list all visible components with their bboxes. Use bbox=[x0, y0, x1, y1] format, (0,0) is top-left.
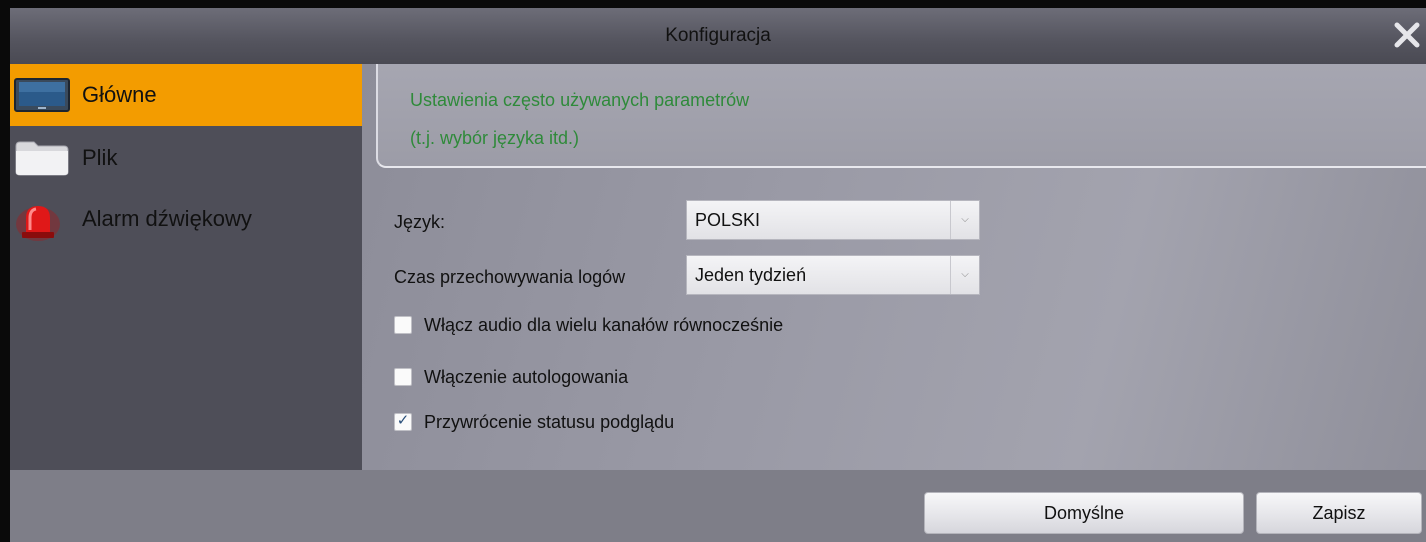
config-window: Konfiguracja Główne Plik Alarm dźwiękowy… bbox=[0, 0, 1426, 542]
restore-preview-checkbox[interactable]: ✓ bbox=[394, 412, 412, 431]
sidebar-item-plik[interactable]: Plik bbox=[10, 126, 362, 188]
dropdown-button[interactable]: ⌵ bbox=[950, 201, 979, 239]
sidebar-item-glowne[interactable]: Główne bbox=[10, 64, 362, 126]
window-title: Konfiguracja bbox=[665, 25, 771, 46]
log-retention-value: Jeden tydzień bbox=[695, 265, 807, 285]
settings-panel: Ustawienia często używanych parametrów (… bbox=[362, 64, 1426, 470]
title-bar[interactable]: Konfiguracja bbox=[10, 8, 1426, 64]
sidebar-item-label: Plik bbox=[82, 145, 118, 170]
dropdown-button[interactable]: ⌵ bbox=[950, 256, 979, 294]
checkbox-label: Włączenie autologowania bbox=[424, 367, 629, 387]
sidebar-item-label: Główne bbox=[82, 82, 157, 107]
sidebar-item-label: Alarm dźwiękowy bbox=[82, 206, 252, 231]
checkbox-label: Przywrócenie statusu podglądu bbox=[424, 412, 675, 432]
check-mark-icon: ✓ bbox=[396, 412, 410, 429]
alarm-light-icon bbox=[14, 202, 70, 247]
monitor-icon bbox=[14, 78, 70, 117]
sidebar: Główne Plik Alarm dźwiękowy bbox=[10, 64, 362, 470]
info-box: Ustawienia często używanych parametrów (… bbox=[376, 64, 1426, 168]
info-line-1: Ustawienia często używanych parametrów bbox=[410, 90, 750, 110]
save-button[interactable]: Zapisz bbox=[1256, 492, 1422, 534]
folder-icon bbox=[14, 140, 70, 181]
multi-channel-audio-checkbox[interactable] bbox=[394, 316, 412, 334]
autologin-checkbox[interactable] bbox=[394, 368, 412, 386]
checkbox-label: Włącz audio dla wielu kanałów równocześn… bbox=[424, 315, 784, 335]
language-value: POLSKI bbox=[695, 210, 761, 230]
chevron-down-icon: ⌵ bbox=[961, 269, 969, 280]
language-select[interactable]: POLSKI ⌵ bbox=[686, 200, 980, 240]
info-line-2: (t.j. wybór języka itd.) bbox=[410, 128, 580, 148]
default-button[interactable]: Domyślne bbox=[924, 492, 1244, 534]
footer-bar: Domyślne Zapisz bbox=[10, 470, 1426, 542]
chevron-down-icon: ⌵ bbox=[961, 214, 969, 225]
log-retention-select[interactable]: Jeden tydzień ⌵ bbox=[686, 255, 980, 295]
sidebar-item-alarm[interactable]: Alarm dźwiękowy bbox=[10, 188, 362, 250]
close-icon[interactable] bbox=[1392, 20, 1422, 50]
language-label: Język: bbox=[394, 212, 446, 232]
log-retention-label: Czas przechowywania logów bbox=[394, 267, 626, 287]
